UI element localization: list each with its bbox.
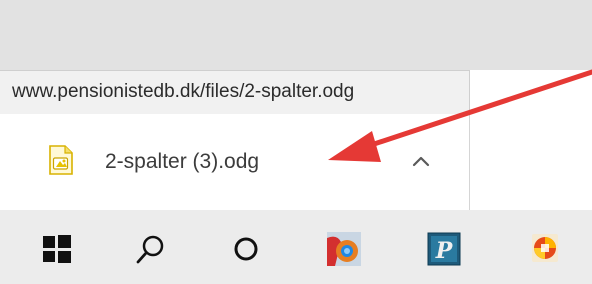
download-shelf: 2-spalter (3).odg bbox=[0, 114, 592, 210]
app-icon-publisher[interactable]: P bbox=[427, 232, 461, 266]
download-item[interactable]: 2-spalter (3).odg bbox=[0, 114, 470, 210]
windows-start-icon[interactable] bbox=[40, 232, 74, 266]
app-icon-colorful[interactable] bbox=[528, 232, 562, 266]
libreoffice-draw-file-icon bbox=[49, 145, 73, 175]
status-url-bar: www.pensionistedb.dk/files/2-spalter.odg bbox=[0, 70, 470, 114]
app-icon-red[interactable] bbox=[327, 232, 361, 266]
download-file-name[interactable]: 2-spalter (3).odg bbox=[105, 150, 259, 174]
svg-text:P: P bbox=[435, 238, 454, 264]
task-view-icon[interactable] bbox=[229, 232, 263, 266]
status-url-text: www.pensionistedb.dk/files/2-spalter.odg bbox=[12, 81, 355, 102]
taskbar: P bbox=[0, 210, 592, 284]
screenshot: www.pensionistedb.dk/files/2-spalter.odg… bbox=[0, 0, 592, 284]
chevron-up-icon[interactable] bbox=[410, 154, 432, 168]
search-icon[interactable] bbox=[134, 232, 168, 266]
browser-top-area bbox=[0, 0, 592, 70]
